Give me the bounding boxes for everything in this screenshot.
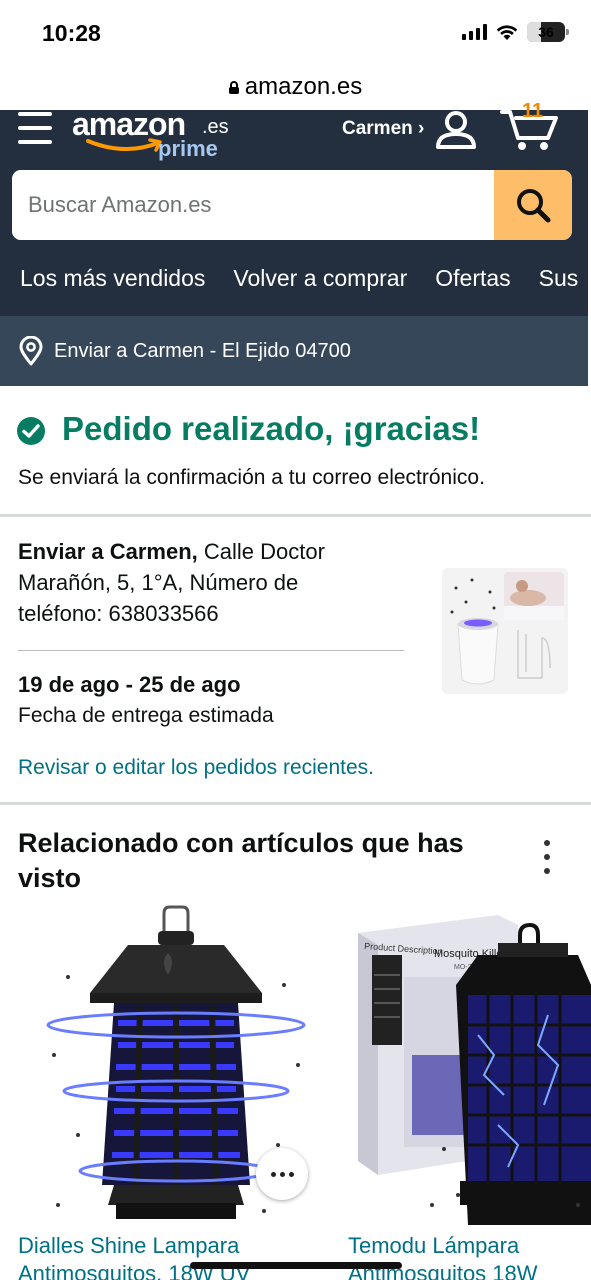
delivery-date-range: 19 de ago - 25 de ago <box>18 672 241 697</box>
kebab-menu-icon[interactable] <box>540 840 554 874</box>
ordered-product-thumbnail[interactable] <box>442 568 568 694</box>
signal-icon <box>462 24 487 40</box>
shipping-label: Enviar a Carmen, <box>18 539 198 564</box>
url-text: amazon.es <box>244 73 363 100</box>
shipping-divider <box>18 650 404 651</box>
product-image-lamp-2: Product Description Mosquito Killer MO-2… <box>358 915 591 1225</box>
section-divider <box>0 802 591 805</box>
confirmation-subtitle: Se enviará la confirmación a tu correo e… <box>18 466 485 489</box>
delivery-date-label: Fecha de entrega estimada <box>18 704 274 727</box>
search-bar <box>12 170 572 240</box>
logo-prime: prime <box>158 136 218 161</box>
related-section-title: Relacionado con artículos que has visto <box>18 828 464 893</box>
review-orders-link[interactable]: Revisar o editar los pedidos recientes. <box>18 756 374 780</box>
home-indicator <box>190 1262 402 1269</box>
order-confirmation: Pedido realizado, ¡gracias! Se enviará l… <box>0 386 591 516</box>
deliver-to-text: Enviar a Carmen - El Ejido 04700 <box>54 339 351 362</box>
more-options-button[interactable] <box>256 1148 308 1200</box>
account-link[interactable]: Carmen › <box>342 118 424 140</box>
product-title[interactable]: Dialles Shine Lampara Antimosquitos, 18W… <box>18 1232 298 1280</box>
amazon-header: amazon .es prime Carmen › 11 Buscar Amaz… <box>0 100 588 386</box>
check-circle-icon <box>17 417 45 445</box>
ordered-product-image <box>442 568 568 694</box>
nav-item-best-sellers[interactable]: Los más vendidos <box>20 265 205 292</box>
nav-item-deals[interactable]: Ofertas <box>435 265 510 292</box>
deliver-to-bar[interactable]: Enviar a Carmen - El Ejido 04700 <box>0 316 588 386</box>
confirmation-title: Pedido realizado, ¡gracias! <box>62 410 481 447</box>
battery-level: 36 <box>538 24 554 40</box>
battery-icon: 36 <box>527 22 569 42</box>
shipping-address: Enviar a Carmen, Calle Doctor Marañón, 5… <box>18 536 378 629</box>
wifi-icon <box>496 25 518 40</box>
product-title[interactable]: Temodu Lámpara Antimosquitos 18W 4000V <box>348 1232 588 1280</box>
user-icon[interactable] <box>434 110 478 150</box>
amazon-logo[interactable]: amazon .es prime <box>72 106 232 162</box>
search-icon <box>517 189 551 223</box>
header-topline: amazon .es prime Carmen › 11 <box>0 100 588 170</box>
logo-smile-icon <box>86 138 162 152</box>
status-bar: 10:28 36 <box>0 0 591 64</box>
status-icons: 36 <box>462 22 569 42</box>
search-input[interactable] <box>12 170 494 240</box>
section-divider <box>0 514 591 517</box>
nav-item-buy-again[interactable]: Volver a comprar <box>233 265 407 292</box>
lock-icon <box>228 80 239 94</box>
status-time: 10:28 <box>42 20 101 46</box>
nav-strip: Los más vendidos Volver a comprar Oferta… <box>0 240 588 316</box>
cart-count: 11 <box>522 100 544 122</box>
nav-item-subscribe[interactable]: Sus <box>539 265 579 292</box>
search-button[interactable] <box>494 170 572 240</box>
location-pin-icon <box>19 336 43 366</box>
menu-icon[interactable] <box>18 112 52 144</box>
